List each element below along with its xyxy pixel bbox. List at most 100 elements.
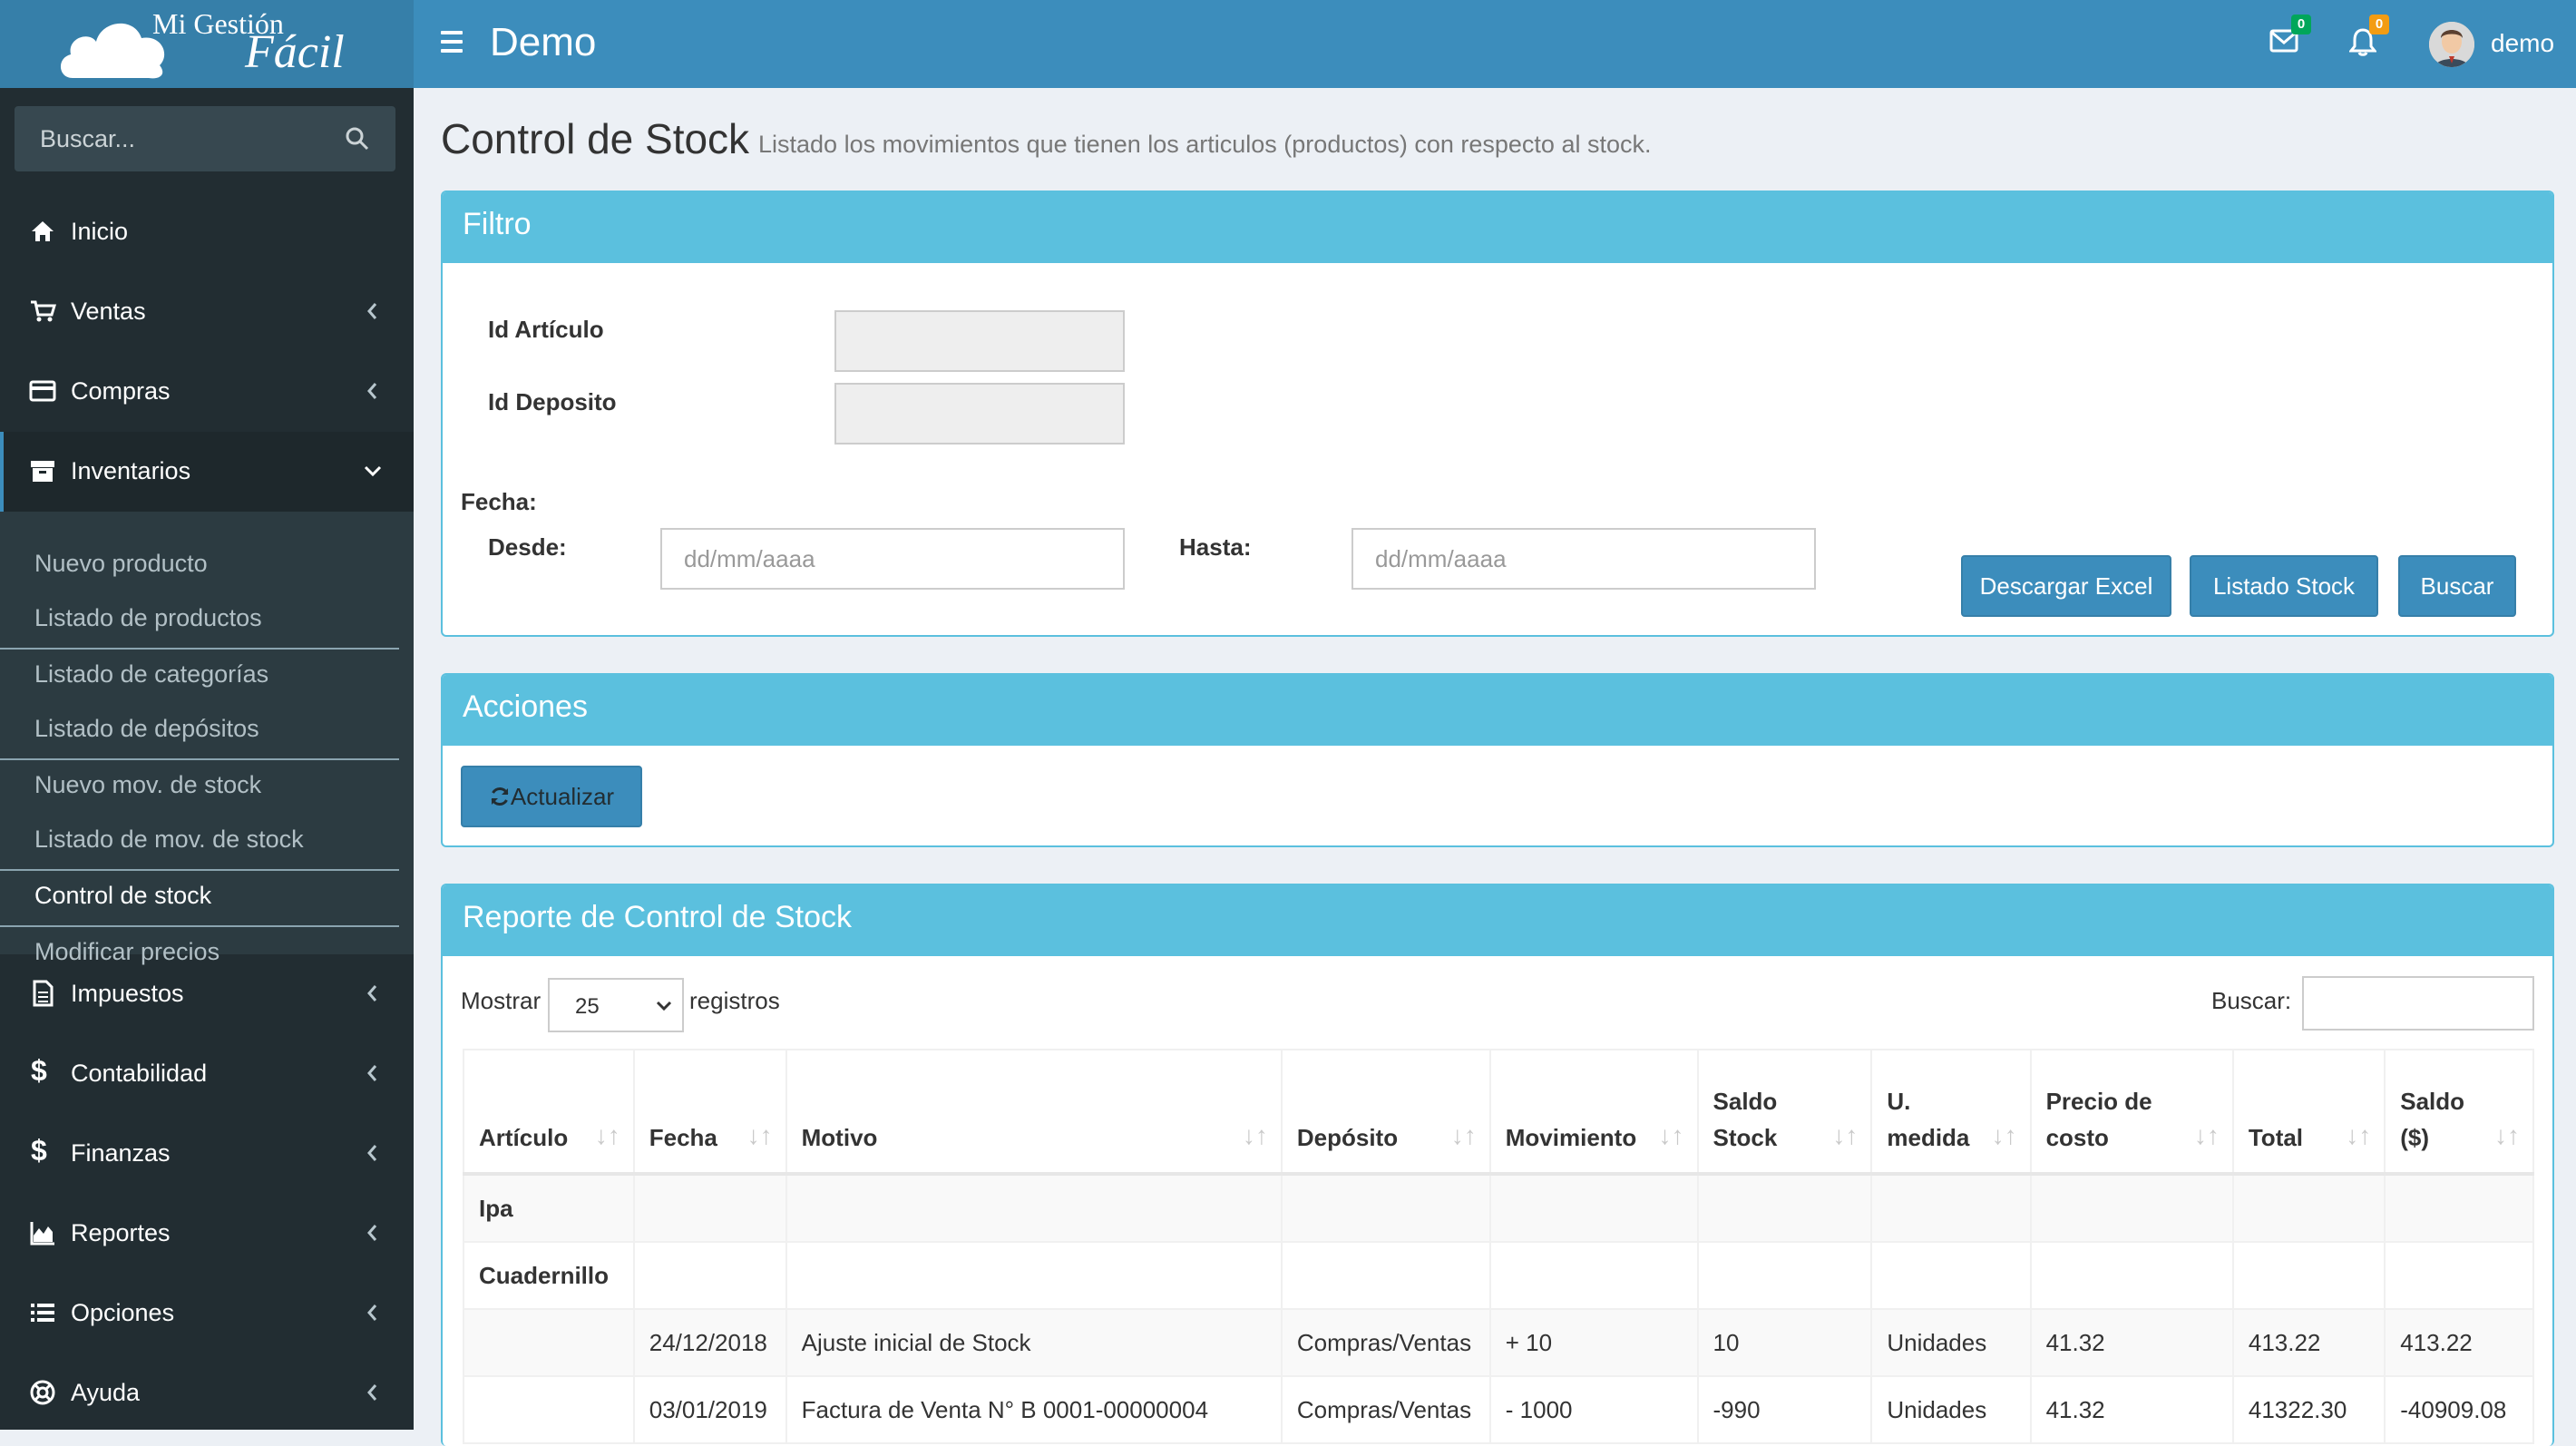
col-unidad-medida[interactable]: U. medida ↓↑ [1870, 1049, 2032, 1176]
report-box-title: Reporte de Control de Stock [443, 885, 2552, 956]
user-name[interactable]: demo [2491, 29, 2554, 58]
table-search-input[interactable] [2302, 976, 2534, 1031]
table-cell: Compras/Ventas [1280, 1375, 1491, 1444]
sort-icon: ↓↑ [2193, 1121, 2220, 1149]
submenu-item-control-stock[interactable]: Control de stock [34, 882, 211, 910]
fecha-label: Fecha: [461, 488, 537, 515]
stock-table: Artículo ↓↑ Fecha ↓↑ Motivo ↓↑ Depósito ↓↑ M… [463, 1049, 2534, 1444]
submenu-item-listado-productos[interactable]: Listado de productos [34, 604, 262, 632]
sort-icon: ↓↑ [1991, 1121, 2017, 1149]
col-articulo[interactable]: Artículo ↓↑ [463, 1049, 635, 1176]
sidebar-item-inicio[interactable]: Inicio [0, 192, 414, 272]
page-subtitle: Listado los movimientos que tienen los a… [758, 131, 1652, 158]
table-cell [2029, 1241, 2234, 1310]
sidebar-toggle-icon[interactable] [441, 31, 463, 58]
records-label: registros [689, 987, 780, 1014]
table-cell [1280, 1241, 1491, 1310]
submenu-item-nuevo-mov-stock[interactable]: Nuevo mov. de stock [34, 771, 261, 799]
notifications-button[interactable]: 0 [2347, 15, 2389, 61]
notifications-badge: 0 [2369, 15, 2389, 34]
buscar-button[interactable]: Buscar [2398, 555, 2516, 617]
desde-date-input[interactable] [660, 528, 1125, 590]
table-cell: 24/12/2018 [632, 1308, 787, 1377]
chevron-left-icon [367, 1384, 377, 1401]
sidebar-item-ayuda[interactable]: Ayuda [0, 1353, 414, 1433]
user-avatar[interactable] [2429, 22, 2474, 67]
table-cell: -990 [1696, 1375, 1873, 1444]
dollar-icon: $ [31, 1134, 47, 1167]
table-cell: Unidades [1870, 1308, 2032, 1377]
submenu-item-listado-depositos[interactable]: Listado de depósitos [34, 715, 259, 743]
table-cell: Unidades [1870, 1375, 2032, 1444]
submenu-item-listado-categorias[interactable]: Listado de categorías [34, 660, 268, 689]
actualizar-button[interactable]: Actualizar [461, 766, 642, 827]
file-icon [33, 980, 54, 1007]
refresh-icon [491, 787, 509, 806]
sidebar-item-label: Reportes [71, 1219, 171, 1246]
messages-button[interactable]: 0 [2269, 15, 2311, 59]
table-cell [1280, 1173, 1491, 1243]
table-cell: 10 [1696, 1308, 1873, 1377]
dollar-icon: $ [31, 1054, 47, 1087]
sidebar-search-input[interactable] [15, 106, 339, 171]
search-icon[interactable] [345, 126, 370, 151]
user-face-icon [2429, 22, 2474, 67]
table-cell [2029, 1173, 2234, 1243]
table-cell: Factura de Venta N° B 0001-00000004 [785, 1375, 1283, 1444]
app-title: Demo [490, 20, 597, 64]
table-cell [1870, 1173, 2032, 1243]
col-motivo[interactable]: Motivo ↓↑ [785, 1049, 1283, 1176]
id-deposito-label: Id Deposito [488, 388, 617, 415]
filter-box-title: Filtro [443, 192, 2552, 263]
col-precio-costo[interactable]: Precio de costo ↓↑ [2029, 1049, 2234, 1176]
sidebar-item-inventarios[interactable]: Inventarios [0, 432, 414, 512]
sidebar-item-label: Inventarios [71, 457, 191, 484]
submenu-item-listado-mov-stock[interactable]: Listado de mov. de stock [34, 826, 304, 854]
logo[interactable]: Mi Gestión Fácil [0, 0, 414, 88]
descargar-excel-button[interactable]: Descargar Excel [1961, 555, 2171, 617]
id-deposito-input[interactable] [834, 383, 1125, 445]
sidebar-item-impuestos[interactable]: Impuestos [0, 954, 414, 1034]
sidebar-item-finanzas[interactable]: $ Finanzas [0, 1114, 414, 1194]
table-cell: 41322.30 [2231, 1375, 2386, 1444]
col-movimiento[interactable]: Movimiento ↓↑ [1488, 1049, 1699, 1176]
chevron-left-icon [367, 1145, 377, 1161]
col-deposito[interactable]: Depósito ↓↑ [1280, 1049, 1491, 1176]
sidebar-item-label: Contabilidad [71, 1060, 208, 1087]
id-articulo-input[interactable] [834, 310, 1125, 372]
table-cell [785, 1173, 1283, 1243]
inventarios-submenu: Nuevo producto Listado de productos List… [0, 512, 414, 965]
sort-icon: ↓↑ [1242, 1121, 1268, 1149]
table-cell [1696, 1241, 1873, 1310]
sort-icon: ↓↑ [1450, 1121, 1477, 1149]
sort-icon: ↓↑ [594, 1121, 620, 1149]
sidebar-item-compras[interactable]: Compras [0, 352, 414, 432]
chevron-left-icon [367, 303, 377, 319]
table-search-label: Buscar: [2211, 987, 2292, 1014]
col-saldo-pesos[interactable]: Saldo ($) ↓↑ [2384, 1049, 2534, 1176]
sidebar-item-ventas[interactable]: Ventas [0, 272, 414, 352]
logo-text-bottom: Fácil [245, 26, 345, 78]
hasta-date-input[interactable] [1351, 528, 1816, 590]
sidebar-item-contabilidad[interactable]: $ Contabilidad [0, 1034, 414, 1114]
sidebar-item-opciones[interactable]: Opciones [0, 1274, 414, 1353]
id-articulo-label: Id Artículo [488, 316, 604, 343]
desde-label: Desde: [488, 533, 567, 561]
sidebar: Inicio Ventas Compras Inventarios Nuevo … [0, 88, 414, 1430]
sort-icon: ↓↑ [746, 1121, 773, 1149]
sidebar-item-reportes[interactable]: Reportes [0, 1194, 414, 1274]
submenu-item-nuevo-producto[interactable]: Nuevo producto [34, 550, 208, 578]
page-size-select[interactable]: 25 [548, 978, 684, 1032]
submenu-divider [0, 869, 399, 871]
table-row: 03/01/2019 Factura de Venta N° B 0001-000… [463, 1375, 2534, 1444]
listado-stock-button[interactable]: Listado Stock [2190, 555, 2378, 617]
sidebar-item-label: Finanzas [71, 1139, 171, 1167]
chevron-down-icon [364, 465, 382, 477]
actualizar-label: Actualizar [510, 783, 615, 810]
col-total[interactable]: Total ↓↑ [2231, 1049, 2386, 1176]
top-navbar: Mi Gestión Fácil Demo 0 0 demo [0, 0, 2576, 88]
chevron-left-icon [367, 1304, 377, 1321]
col-saldo-stock[interactable]: Saldo Stock ↓↑ [1696, 1049, 1873, 1176]
table-cell: Ipa [463, 1173, 635, 1243]
col-fecha[interactable]: Fecha ↓↑ [632, 1049, 787, 1176]
